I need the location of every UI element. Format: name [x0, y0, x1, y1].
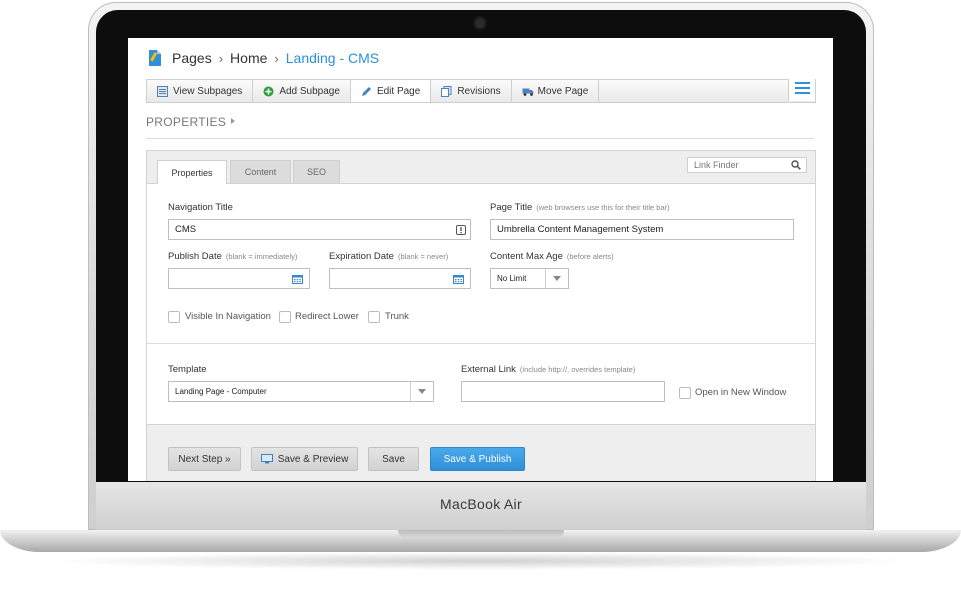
- edit-page-button[interactable]: Edit Page: [350, 80, 432, 102]
- open-new-window-label[interactable]: Open in New Window: [695, 387, 786, 398]
- save-publish-button[interactable]: Save & Publish: [430, 447, 525, 471]
- external-link-input[interactable]: [461, 381, 665, 402]
- move-page-button[interactable]: Move Page: [512, 80, 600, 102]
- edit-page-label: Edit Page: [376, 85, 421, 97]
- calendar-icon[interactable]: [453, 274, 464, 287]
- section-divider: [147, 343, 815, 344]
- expiration-date-label-text: Expiration Date: [329, 251, 394, 262]
- expand-triangle-icon: [231, 118, 236, 124]
- visible-in-nav-checkbox[interactable]: [168, 311, 180, 323]
- external-link-label: External Link (include http://, overrides…: [461, 364, 635, 375]
- trunk-checkbox[interactable]: [368, 311, 380, 323]
- page-title-label: Page Title (web browsers use this for the…: [490, 202, 670, 213]
- properties-panel: Properties Content SEO Link Finder Navig…: [146, 150, 816, 481]
- divider: [146, 138, 814, 139]
- external-link-hint: (include http://, overrides template): [519, 365, 636, 374]
- publish-date-label-text: Publish Date: [168, 251, 222, 262]
- trunk-label[interactable]: Trunk: [385, 311, 409, 322]
- view-subpages-label: View Subpages: [173, 85, 243, 97]
- content-max-age-label: Content Max Age (before alerts): [490, 251, 614, 262]
- template-label: Template: [168, 364, 207, 375]
- content-max-age-value: No Limit: [497, 274, 527, 283]
- publish-date-hint: (blank = immediately): [225, 252, 298, 261]
- template-value: Landing Page - Computer: [175, 387, 267, 396]
- calendar-icon[interactable]: [292, 274, 303, 287]
- add-subpage-button[interactable]: Add Subpage: [253, 80, 351, 102]
- expiration-date-input[interactable]: [329, 268, 471, 289]
- camera-icon: [475, 18, 485, 28]
- truck-icon: [522, 86, 534, 97]
- revisions-label: Revisions: [457, 85, 501, 97]
- redirect-lower-label[interactable]: Redirect Lower: [295, 311, 359, 322]
- menu-button[interactable]: [788, 79, 815, 101]
- screen: Pages › Home › Landing - CMS View Subpag…: [128, 38, 833, 481]
- properties-heading[interactable]: PROPERTIES: [146, 115, 236, 129]
- redirect-lower-checkbox[interactable]: [279, 311, 291, 323]
- add-icon: [263, 86, 274, 97]
- content-max-age-select[interactable]: No Limit: [490, 268, 569, 289]
- content-max-age-label-text: Content Max Age: [490, 251, 563, 262]
- view-subpages-button[interactable]: View Subpages: [147, 80, 254, 102]
- laptop-shadow: [40, 552, 921, 570]
- template-select[interactable]: Landing Page - Computer: [168, 381, 434, 402]
- tab-content[interactable]: Content: [230, 160, 291, 183]
- page-title-input[interactable]: Umbrella Content Management System: [490, 219, 794, 240]
- link-finder-input[interactable]: Link Finder: [687, 157, 807, 173]
- search-icon: [791, 160, 801, 172]
- page-title-label-text: Page Title: [490, 202, 533, 213]
- revisions-icon: [441, 85, 452, 97]
- content-max-age-hint: (before alerts): [566, 252, 614, 261]
- save-button[interactable]: Save: [368, 447, 419, 471]
- breadcrumb-item-home[interactable]: Home: [230, 50, 267, 66]
- page-toolbar: View Subpages Add Subpage Edit Page Revi…: [146, 79, 816, 103]
- add-subpage-label: Add Subpage: [279, 85, 340, 97]
- laptop-notch: [398, 530, 564, 538]
- properties-heading-label: PROPERTIES: [146, 115, 227, 129]
- action-bar: Next Step » Save & Preview Save Save & P…: [147, 424, 815, 481]
- pencil-icon: [361, 86, 372, 97]
- page-title-hint: (web browsers use this for their title b…: [536, 203, 670, 212]
- move-page-label: Move Page: [537, 85, 589, 97]
- chevron-down-icon: [545, 269, 568, 288]
- page-title-value: Umbrella Content Management System: [497, 224, 664, 235]
- tab-seo[interactable]: SEO: [293, 160, 340, 183]
- breadcrumb: Pages › Home › Landing - CMS: [148, 48, 379, 68]
- revisions-button[interactable]: Revisions: [431, 80, 512, 102]
- external-link-label-text: External Link: [461, 364, 516, 375]
- info-icon[interactable]: [456, 225, 466, 238]
- breadcrumb-current[interactable]: Landing - CMS: [286, 50, 379, 66]
- nav-title-input[interactable]: CMS: [168, 219, 471, 240]
- page-icon: [148, 49, 162, 67]
- expiration-date-label: Expiration Date (blank = never): [329, 251, 448, 262]
- publish-date-input[interactable]: [168, 268, 310, 289]
- monitor-icon: [260, 454, 273, 464]
- tab-properties[interactable]: Properties: [157, 160, 227, 184]
- device-brand: MacBook Air: [440, 496, 522, 512]
- list-icon: [157, 85, 168, 97]
- visible-in-nav-label[interactable]: Visible In Navigation: [185, 311, 271, 322]
- next-step-button[interactable]: Next Step »: [168, 447, 241, 471]
- publish-date-label: Publish Date (blank = immediately): [168, 251, 297, 262]
- link-finder-placeholder: Link Finder: [694, 160, 739, 170]
- breadcrumb-separator: ›: [274, 50, 279, 66]
- nav-title-label: Navigation Title: [168, 202, 233, 213]
- nav-title-value: CMS: [175, 224, 197, 235]
- hamburger-icon: [794, 81, 810, 99]
- breadcrumb-separator: ›: [218, 50, 224, 66]
- save-preview-label: Save & Preview: [277, 453, 349, 465]
- expiration-date-hint: (blank = never): [397, 252, 449, 261]
- breadcrumb-item-pages[interactable]: Pages: [172, 50, 212, 66]
- open-new-window-checkbox[interactable]: [679, 387, 691, 399]
- chevron-down-icon: [410, 382, 433, 401]
- save-preview-button[interactable]: Save & Preview: [251, 447, 358, 471]
